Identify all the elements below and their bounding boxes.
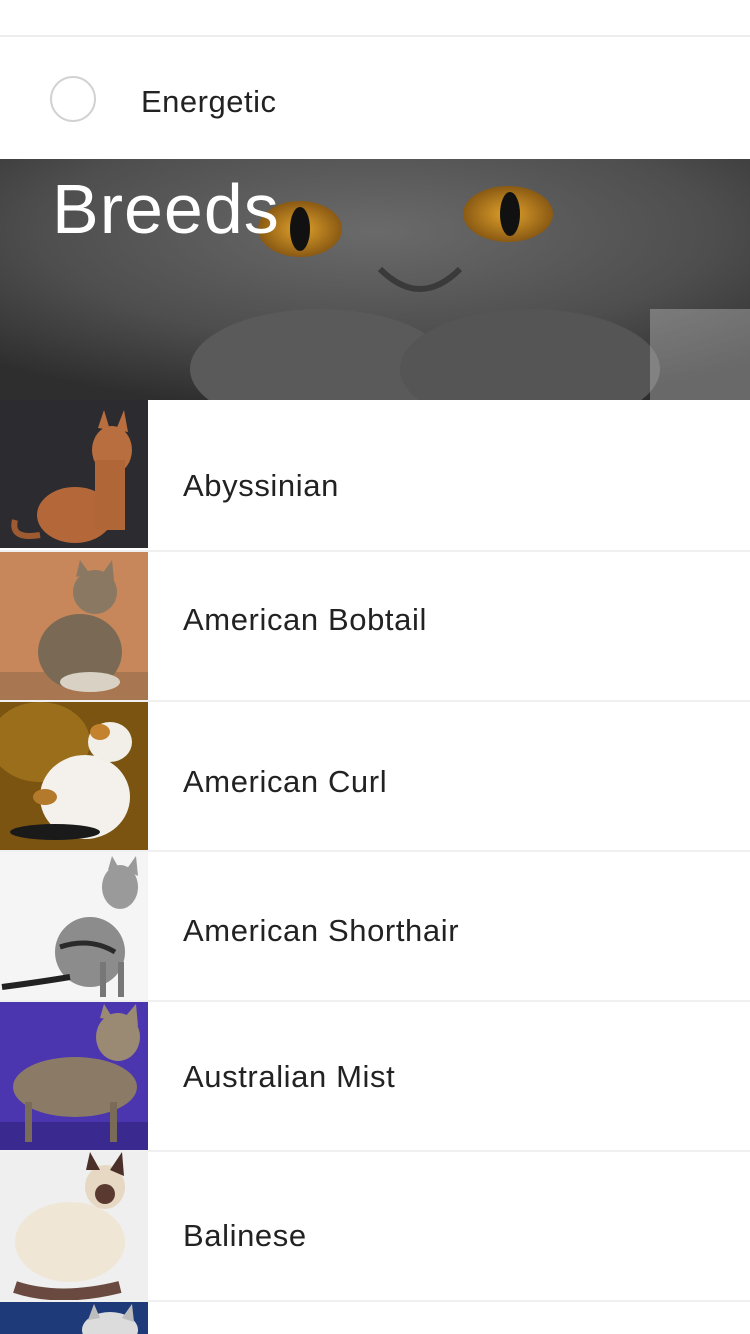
list-item[interactable]: American Curl	[0, 700, 750, 850]
breed-thumbnail	[0, 1152, 148, 1300]
list-item[interactable]: Balinese	[0, 1150, 750, 1300]
breed-thumbnail	[0, 400, 148, 548]
breed-list: Abyssinian American Bobtail American Cur…	[0, 400, 750, 1334]
list-item[interactable]: Abyssinian	[0, 400, 750, 550]
breed-thumbnail	[0, 1002, 148, 1150]
filter-option-energetic[interactable]: Energetic	[0, 37, 750, 159]
breed-thumbnail	[0, 1302, 148, 1334]
breed-name: American Curl	[183, 764, 388, 799]
breed-thumbnail	[0, 702, 148, 850]
breed-name: Australian Mist	[183, 1059, 396, 1094]
filter-option-label: Energetic	[141, 84, 277, 119]
breeds-header: Breeds	[0, 159, 750, 400]
breed-name: American Shorthair	[183, 913, 460, 948]
list-item[interactable]: American Shorthair	[0, 850, 750, 1000]
list-item[interactable]: American Bobtail	[0, 550, 750, 700]
list-item[interactable]: Australian Mist	[0, 1000, 750, 1150]
radio-button[interactable]	[50, 76, 96, 122]
breed-name: Abyssinian	[183, 468, 339, 503]
breed-name: Balinese	[183, 1218, 307, 1253]
breed-thumbnail	[0, 852, 148, 1000]
breed-thumbnail	[0, 552, 148, 700]
top-strip	[0, 0, 750, 37]
page-title: Breeds	[52, 170, 280, 248]
breed-name: American Bobtail	[183, 602, 427, 637]
list-item[interactable]	[0, 1300, 750, 1334]
